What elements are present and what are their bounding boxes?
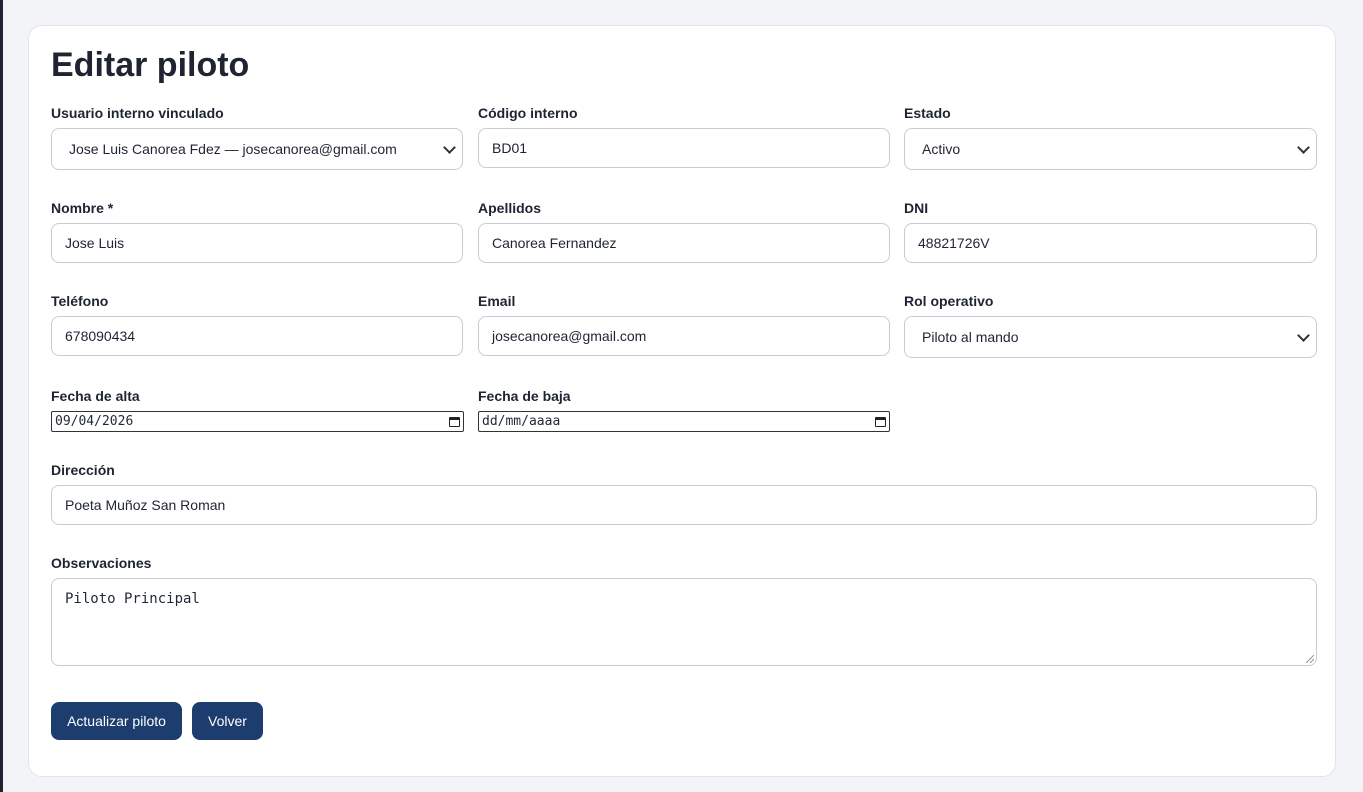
chevron-down-icon (1297, 140, 1310, 154)
fecha-baja-value: dd/mm/aaaa (482, 414, 561, 429)
email-value: josecanorea@gmail.com (492, 328, 647, 344)
rol-label: Rol operativo (904, 293, 994, 309)
back-button[interactable]: Volver (192, 702, 263, 740)
chevron-down-icon (443, 140, 456, 154)
page-title: Editar piloto (51, 46, 250, 84)
dni-input[interactable]: 48821726V (904, 223, 1317, 263)
codigo-input[interactable]: BD01 (478, 128, 890, 168)
direccion-input[interactable]: Poeta Muñoz San Roman (51, 485, 1317, 525)
nombre-value: Jose Luis (65, 235, 125, 251)
fecha-alta-value: 09/04/2026 (55, 414, 134, 429)
dni-value: 48821726V (918, 235, 990, 251)
telefono-value: 678090434 (65, 328, 136, 344)
fecha-baja-label: Fecha de baja (478, 388, 571, 404)
apellidos-value: Canorea Fernandez (492, 235, 617, 251)
observaciones-textarea[interactable]: Piloto Principal (51, 578, 1317, 666)
nombre-input[interactable]: Jose Luis (51, 223, 463, 263)
observaciones-label: Observaciones (51, 555, 152, 571)
rol-select[interactable]: Piloto al mando (904, 316, 1317, 358)
chevron-down-icon (1297, 328, 1310, 342)
codigo-label: Código interno (478, 105, 578, 121)
codigo-value: BD01 (492, 140, 528, 156)
estado-label: Estado (904, 105, 951, 121)
direccion-value: Poeta Muñoz San Roman (65, 497, 226, 513)
rol-value: Piloto al mando (922, 329, 1019, 345)
estado-select[interactable]: Activo (904, 128, 1317, 170)
fecha-alta-label: Fecha de alta (51, 388, 140, 404)
email-input[interactable]: josecanorea@gmail.com (478, 316, 890, 356)
telefono-input[interactable]: 678090434 (51, 316, 463, 356)
usuario-select[interactable]: Jose Luis Canorea Fdez — josecanorea@gma… (51, 128, 463, 170)
usuario-label: Usuario interno vinculado (51, 105, 224, 121)
calendar-icon[interactable] (449, 416, 460, 427)
telefono-label: Teléfono (51, 293, 109, 309)
apellidos-label: Apellidos (478, 200, 542, 216)
direccion-label: Dirección (51, 462, 115, 478)
calendar-icon[interactable] (875, 416, 886, 427)
resize-grip-icon[interactable] (1306, 655, 1314, 663)
update-pilot-button[interactable]: Actualizar piloto (51, 702, 182, 740)
nombre-label: Nombre * (51, 200, 114, 216)
observaciones-value: Piloto Principal (65, 591, 200, 607)
estado-value: Activo (922, 141, 961, 157)
fecha-baja-input[interactable]: dd/mm/aaaa (478, 411, 890, 432)
email-label: Email (478, 293, 516, 309)
dni-label: DNI (904, 200, 929, 216)
apellidos-input[interactable]: Canorea Fernandez (478, 223, 890, 263)
usuario-value: Jose Luis Canorea Fdez — josecanorea@gma… (69, 141, 397, 157)
edit-pilot-card: Editar piloto Usuario interno vinculado … (28, 25, 1336, 777)
window-left-edge (0, 0, 3, 792)
fecha-alta-input[interactable]: 09/04/2026 (51, 411, 464, 432)
